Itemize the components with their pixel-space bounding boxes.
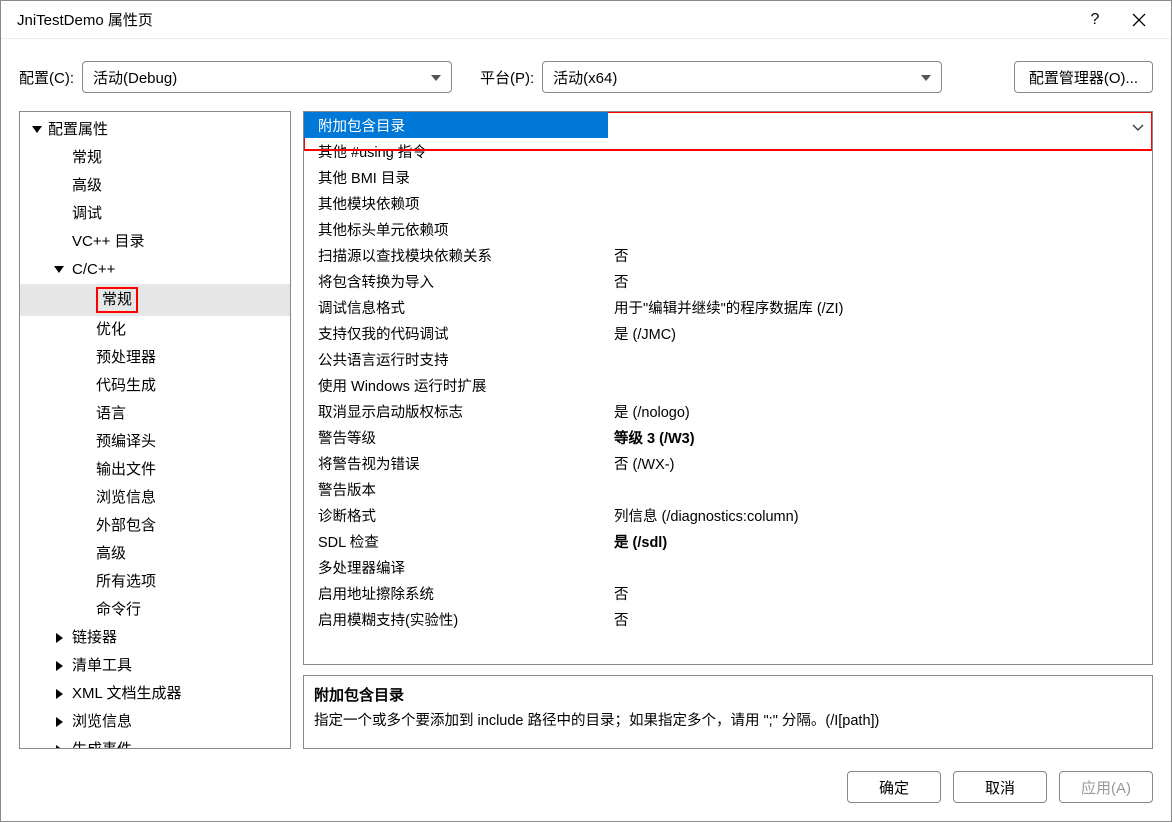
property-row[interactable]: 其他模块依赖项 [304,190,1152,216]
property-label: 警告版本 [304,479,608,500]
cancel-button[interactable]: 取消 [953,771,1047,803]
tree-item[interactable]: 代码生成 [20,372,290,400]
config-dropdown[interactable]: 活动(Debug) [82,61,452,93]
ok-button[interactable]: 确定 [847,771,941,803]
property-label: 启用模糊支持(实验性) [304,609,608,630]
property-label: 诊断格式 [304,505,608,526]
description-box: 附加包含目录 指定一个或多个要添加到 include 路径中的目录；如果指定多个… [303,675,1153,749]
property-row[interactable]: 启用模糊支持(实验性)否 [304,606,1152,632]
property-label: 其他标头单元依赖项 [304,219,608,240]
chevron-down-icon[interactable] [1132,120,1144,135]
config-manager-button[interactable]: 配置管理器(O)... [1014,61,1153,93]
tree-item[interactable]: 调试 [20,200,290,228]
tree-item[interactable]: 链接器 [20,624,290,652]
property-value[interactable]: 是 (/JMC) [608,323,1152,344]
property-label: 多处理器编译 [304,557,608,578]
property-label: 将包含转换为导入 [304,271,608,292]
tree-item[interactable]: 外部包含 [20,512,290,540]
help-button[interactable]: ? [1073,5,1117,35]
property-row[interactable]: 将警告视为错误否 (/WX-) [304,450,1152,476]
titlebar: JniTestDemo 属性页 ? [1,1,1171,39]
tree-item[interactable]: 输出文件 [20,456,290,484]
tree-item[interactable]: VC++ 目录 [20,228,290,256]
property-value[interactable]: 否 [608,609,1152,630]
tree-item[interactable]: 高级 [20,172,290,200]
property-label: 其他模块依赖项 [304,193,608,214]
property-row[interactable]: 扫描源以查找模块依赖关系否 [304,242,1152,268]
tree-item[interactable]: 清单工具 [20,652,290,680]
property-row[interactable]: 其他 #using 指令 [304,138,1152,164]
property-value[interactable]: 是 (/nologo) [608,401,1152,422]
property-row[interactable]: 警告版本 [304,476,1152,502]
tree-item[interactable]: 常规 [20,144,290,172]
property-label: 附加包含目录 [304,112,608,138]
property-value[interactable]: 用于"编辑并继续"的程序数据库 (/ZI) [608,297,1152,318]
property-value[interactable]: 否 [608,583,1152,604]
property-value[interactable]: 否 (/WX-) [608,453,1152,474]
platform-dropdown[interactable]: 活动(x64) [542,61,942,93]
property-label: 其他 BMI 目录 [304,167,608,188]
property-value[interactable]: 列信息 (/diagnostics:column) [608,505,1152,526]
property-row[interactable]: SDL 检查是 (/sdl) [304,528,1152,554]
description-title: 附加包含目录 [314,684,1142,705]
category-tree[interactable]: 配置属性 常规高级调试VC++ 目录 C/C++ 常规优化预处理器代码生成语言预… [19,111,291,749]
property-label: 调试信息格式 [304,297,608,318]
property-label: 使用 Windows 运行时扩展 [304,375,608,396]
tree-item[interactable]: 优化 [20,316,290,344]
property-row[interactable]: 启用地址擦除系统否 [304,580,1152,606]
property-row[interactable]: 诊断格式列信息 (/diagnostics:column) [304,502,1152,528]
tree-item[interactable]: 所有选项 [20,568,290,596]
dialog-footer: 确定 取消 应用(A) [1,759,1171,821]
property-row[interactable]: 使用 Windows 运行时扩展 [304,372,1152,398]
property-row[interactable]: 支持仅我的代码调试是 (/JMC) [304,320,1152,346]
main-area: 配置属性 常规高级调试VC++ 目录 C/C++ 常规优化预处理器代码生成语言预… [1,111,1171,759]
property-label: 支持仅我的代码调试 [304,323,608,344]
close-button[interactable] [1117,5,1161,35]
property-label: 公共语言运行时支持 [304,349,608,370]
property-row[interactable]: 其他标头单元依赖项 [304,216,1152,242]
config-label: 配置(C): [19,67,74,88]
property-row[interactable]: 取消显示启动版权标志是 (/nologo) [304,398,1152,424]
property-row[interactable]: 调试信息格式用于"编辑并继续"的程序数据库 (/ZI) [304,294,1152,320]
dialog-window: JniTestDemo 属性页 ? 配置(C): 活动(Debug) 平台(P)… [0,0,1172,822]
property-label: 取消显示启动版权标志 [304,401,608,422]
property-value[interactable]: 等级 3 (/W3) [608,427,1152,448]
platform-label: 平台(P): [480,67,534,88]
tree-item[interactable]: 语言 [20,400,290,428]
tree-item[interactable]: 常规 [20,284,290,316]
tree-item[interactable]: 命令行 [20,596,290,624]
window-title: JniTestDemo 属性页 [11,9,1073,30]
property-row[interactable]: 其他 BMI 目录 [304,164,1152,190]
description-body: 指定一个或多个要添加到 include 路径中的目录；如果指定多个，请用 ";"… [314,709,1142,730]
property-row[interactable]: 警告等级等级 3 (/W3) [304,424,1152,450]
property-row[interactable]: 多处理器编译 [304,554,1152,580]
tree-item[interactable]: 高级 [20,540,290,568]
property-value[interactable]: 否 [608,245,1152,266]
platform-value: 活动(x64) [553,67,617,88]
tree-cpp[interactable]: C/C++ [20,256,290,284]
property-value[interactable]: 是 (/sdl) [608,531,1152,552]
config-value: 活动(Debug) [93,67,177,88]
property-grid[interactable]: 附加包含目录其他 #using 指令其他 BMI 目录其他模块依赖项其他标头单元… [303,111,1153,665]
property-label: 将警告视为错误 [304,453,608,474]
property-row[interactable]: 附加包含目录 [304,112,1152,138]
tree-item[interactable]: 预处理器 [20,344,290,372]
tree-item[interactable]: 生成事件 [20,736,290,749]
property-value[interactable]: 否 [608,271,1152,292]
property-row[interactable]: 将包含转换为导入否 [304,268,1152,294]
property-label: 警告等级 [304,427,608,448]
right-pane: 附加包含目录其他 #using 指令其他 BMI 目录其他模块依赖项其他标头单元… [303,111,1153,749]
configuration-bar: 配置(C): 活动(Debug) 平台(P): 活动(x64) 配置管理器(O)… [1,39,1171,111]
property-label: 其他 #using 指令 [304,141,608,162]
tree-item[interactable]: 浏览信息 [20,708,290,736]
property-label: 启用地址擦除系统 [304,583,608,604]
tree-item[interactable]: 预编译头 [20,428,290,456]
property-row[interactable]: 公共语言运行时支持 [304,346,1152,372]
tree-root[interactable]: 配置属性 [20,116,290,144]
apply-button[interactable]: 应用(A) [1059,771,1153,803]
property-label: 扫描源以查找模块依赖关系 [304,245,608,266]
tree-item[interactable]: XML 文档生成器 [20,680,290,708]
property-label: SDL 检查 [304,531,608,552]
tree-item[interactable]: 浏览信息 [20,484,290,512]
